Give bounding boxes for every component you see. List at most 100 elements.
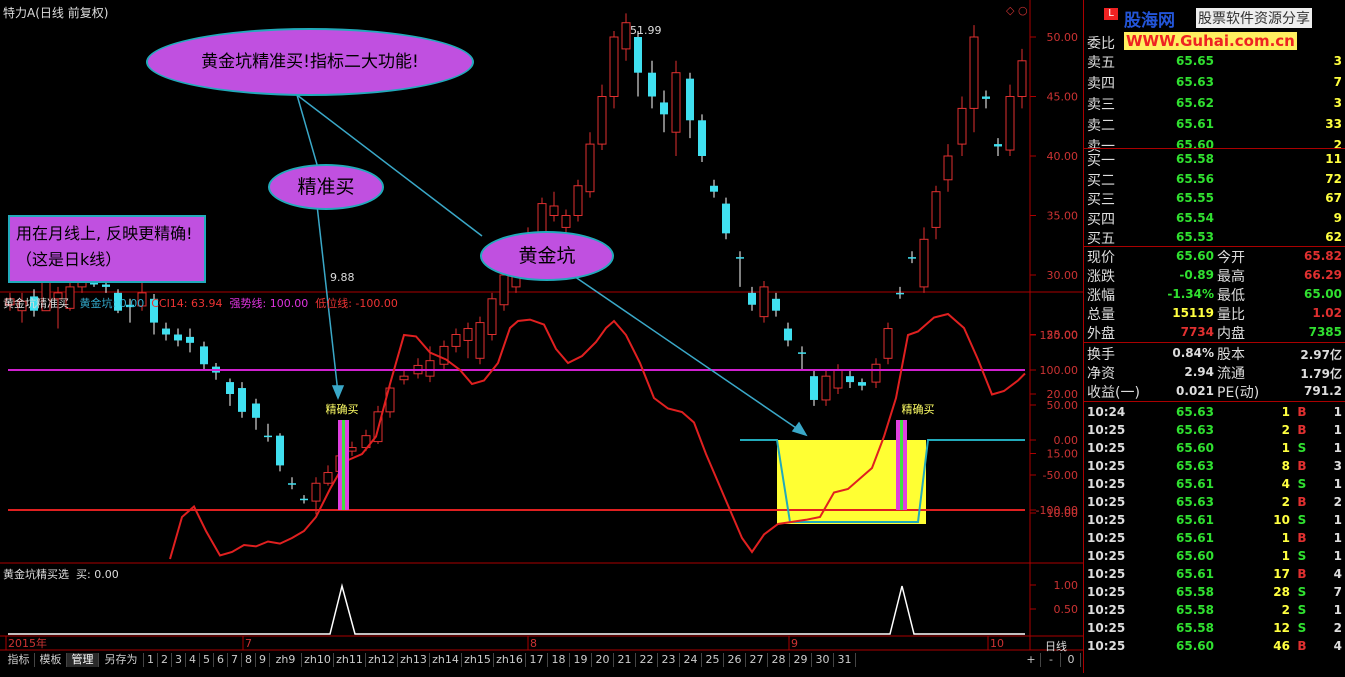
date-tick: 9 [791,637,798,650]
tab-7[interactable]: 7 [228,653,242,667]
nav-button[interactable]: - [1042,653,1061,667]
candle-body [226,382,234,394]
candle-body [686,78,694,121]
tab-18[interactable]: 18 [548,653,570,667]
candle-body [549,205,559,216]
stat-label: 今开 [1217,250,1245,266]
tab-zh16[interactable]: zh16 [494,653,526,667]
candle-body [499,274,509,306]
tab-zh14[interactable]: zh14 [430,653,462,667]
candle-body [174,334,182,341]
tab-4[interactable]: 4 [186,653,200,667]
tab-31[interactable]: 31 [834,653,856,667]
candle-body [573,185,583,216]
tab-1[interactable]: 1 [144,653,158,667]
tab-zh10[interactable]: zh10 [302,653,334,667]
tab-21[interactable]: 21 [614,653,636,667]
indicator1-header: 黄金坑精准买 黄金坑: 0.00 CCI14: 63.94 强势线: 100.0… [3,295,398,311]
date-tick: 8 [530,637,537,650]
candle-body [736,257,744,259]
indicator-tick: 0.00 [1054,434,1079,447]
tick-direction: S [1297,477,1307,491]
stat-value: 2.97亿 [1300,348,1342,362]
kline-chart-area[interactable]: 50.00 45.00 40.00 35.00 30.00 25.00 20.00 15.00… [0,0,1345,673]
tab-zh15[interactable]: zh15 [462,653,494,667]
candle-body [264,435,272,438]
stat-value: 66.29 [1304,268,1342,282]
period-label[interactable]: 日线 [1045,638,1067,654]
indicator2-tick: 1.00 [1054,579,1079,592]
candle-body [931,191,941,228]
candle-body [919,238,929,288]
stat-label: 最低 [1217,288,1245,304]
stat-label: 涨幅 [1087,288,1115,304]
tab-6[interactable]: 6 [214,653,228,667]
stat-label: 涨跌 [1087,269,1115,285]
tab-27[interactable]: 27 [746,653,768,667]
stat-value: 65.82 [1304,249,1342,263]
tick-volume: 8 [1281,459,1290,473]
tab-zh9[interactable]: zh9 [270,653,302,667]
tick-volume: 2 [1281,495,1290,509]
tick-price: 65.63 [1176,459,1214,473]
nav-button[interactable]: 0 [1062,653,1081,667]
watermark-url: WWW.Guhai.com.cn [1124,32,1297,50]
tab-指标[interactable]: 指标 [3,653,35,667]
tab-8[interactable]: 8 [242,653,256,667]
tab-22[interactable]: 22 [636,653,658,667]
tab-zh13[interactable]: zh13 [398,653,430,667]
tab-9[interactable]: 9 [256,653,270,667]
tick-count: 1 [1333,441,1342,455]
tick-direction: B [1297,459,1307,473]
buy-signal-bar-1 [338,420,349,510]
candle-body [994,144,1002,147]
ob-price: 65.55 [1176,191,1214,205]
candle-body [957,107,967,145]
tab-2[interactable]: 2 [158,653,172,667]
tab-zh12[interactable]: zh12 [366,653,398,667]
tab-17[interactable]: 17 [526,653,548,667]
indicator1-pit: 黄金坑: 0.00 [79,297,145,310]
candle-body [597,96,607,145]
ob-price: 65.60 [1176,138,1214,152]
tick-time: 10:25 [1087,621,1126,635]
candle-body [748,292,756,305]
tick-price: 65.63 [1176,405,1214,419]
tick-price: 65.63 [1176,495,1214,509]
tick-time: 10:25 [1087,549,1126,563]
tick-volume: 17 [1273,567,1290,581]
tab-zh11[interactable]: zh11 [334,653,366,667]
candle-body [621,22,631,50]
candle-body [609,36,619,97]
diamond-icon[interactable]: ◇ ○ [1006,4,1028,17]
tab-28[interactable]: 28 [768,653,790,667]
tab-23[interactable]: 23 [658,653,680,667]
tab-29[interactable]: 29 [790,653,812,667]
tick-volume: 10 [1273,513,1290,527]
tick-price: 65.58 [1176,621,1214,635]
tab-5[interactable]: 5 [200,653,214,667]
tick-price: 65.61 [1176,567,1214,581]
price-tick: 45.00 [1047,91,1079,104]
stat-value: 7734 [1180,325,1214,339]
candle-body [276,435,284,466]
indicator1-low: 低位线: -100.00 [315,297,398,310]
stat-label: 股本 [1217,347,1245,363]
candle-body [585,143,595,193]
tab-管理[interactable]: 管理 [67,653,99,667]
tab-模板[interactable]: 模板 [35,653,67,667]
candle-body [772,298,780,311]
tab-另存为[interactable]: 另存为 [99,653,144,667]
tick-time: 10:25 [1087,459,1126,473]
tab-30[interactable]: 30 [812,653,834,667]
ob-volume: 11 [1325,152,1342,166]
tab-26[interactable]: 26 [724,653,746,667]
tab-24[interactable]: 24 [680,653,702,667]
tab-3[interactable]: 3 [172,653,186,667]
candle-body [634,37,642,73]
tick-direction: B [1297,567,1307,581]
tab-25[interactable]: 25 [702,653,724,667]
nav-button[interactable]: + [1022,653,1041,667]
tab-20[interactable]: 20 [592,653,614,667]
tab-19[interactable]: 19 [570,653,592,667]
